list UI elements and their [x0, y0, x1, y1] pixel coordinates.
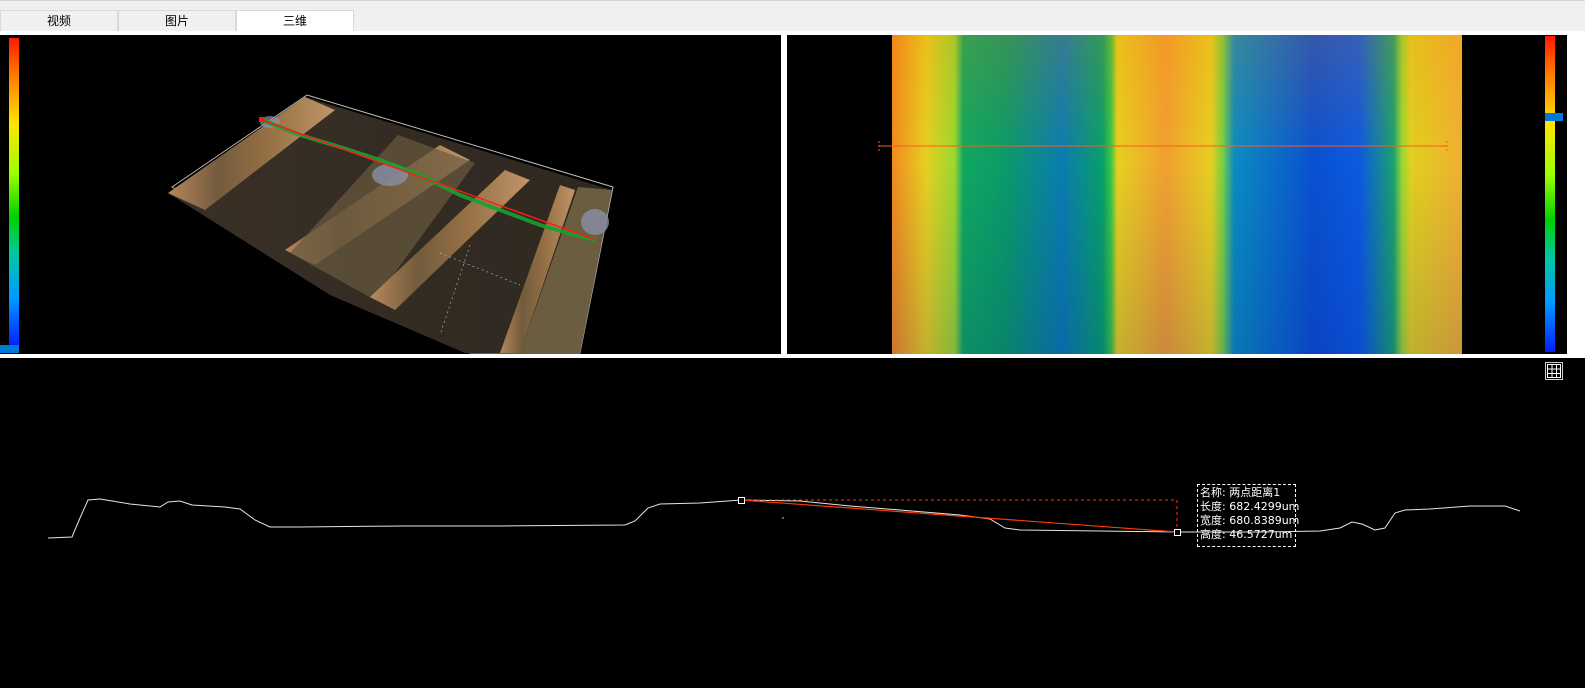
tab-3d[interactable]: 三维 — [236, 10, 354, 32]
3d-surface-render[interactable] — [0, 35, 781, 354]
measurement-width: 宽度: 680.8389um — [1200, 514, 1300, 527]
tab-image[interactable]: 图片 — [118, 10, 236, 31]
scale-marker-right[interactable] — [1545, 113, 1563, 121]
tab-bar: 视频 图片 三维 — [0, 0, 1585, 32]
measurement-height: 高度: 46.5727um — [1200, 528, 1293, 541]
measurement-info-box: 名称: 两点距离1 长度: 682.4299um 宽度: 680.8389um … — [1197, 484, 1300, 547]
measurement-length: 长度: 682.4299um — [1200, 500, 1300, 513]
3d-view-panel[interactable] — [0, 35, 781, 354]
profile-curve — [47, 498, 1521, 539]
measure-handle-end[interactable] — [1174, 529, 1181, 536]
view-frame — [0, 31, 1585, 358]
heightmap-overlay — [878, 141, 1448, 151]
profile-plot[interactable]: 名称: 两点距离1 长度: 682.4299um 宽度: 680.8389um … — [0, 358, 1585, 688]
measure-handle-start[interactable] — [738, 497, 745, 504]
color-scale-right — [1545, 36, 1555, 352]
heightmap-panel[interactable] — [787, 35, 1567, 354]
measurement-name: 名称: 两点距离1 — [1200, 486, 1281, 499]
tab-video[interactable]: 视频 — [0, 10, 118, 31]
